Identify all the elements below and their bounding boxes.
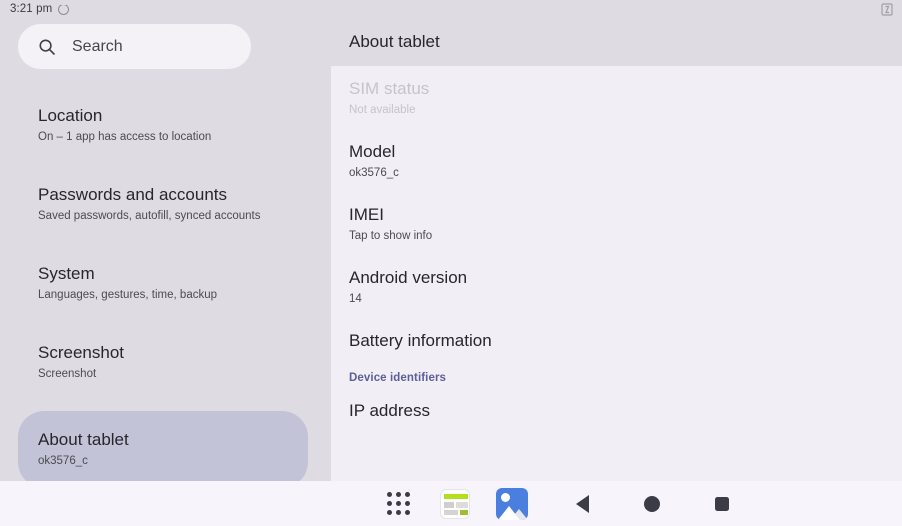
sidebar-item-subtitle: Languages, gestures, time, backup [38,289,218,301]
app-drawer-button[interactable] [380,486,416,522]
sidebar-item-subtitle: Saved passwords, autofill, synced accoun… [38,210,261,222]
nav-back-button[interactable] [564,486,600,522]
detail-panel: About tablet SIM status Not available Mo… [331,0,902,481]
row-title: IP address [349,401,430,420]
app-card-icon [440,488,470,519]
search-input[interactable]: Search [18,24,251,69]
sidebar-item-subtitle: On – 1 app has access to location [38,131,212,143]
circle-indicator-icon [58,2,70,15]
sidebar-item-system[interactable]: System Languages, gestures, time, backup [0,253,330,314]
sidebar-item-passwords-and-accounts[interactable]: Passwords and accounts Saved passwords, … [0,174,330,235]
back-triangle-icon [575,494,589,513]
section-header-device-identifiers[interactable]: Device identifiers [331,364,902,388]
row-title: Android version [349,268,468,287]
sidebar-item-subtitle: Screenshot [38,368,97,380]
recents-square-icon [715,496,729,511]
sidebar-item-title: Passwords and accounts [38,185,227,204]
search-placeholder: Search [72,37,123,55]
row-title: Battery information [349,331,492,350]
apps-grid-icon [386,492,410,515]
status-bar: 3:21 pm [0,0,902,18]
taskbar-buttons [380,481,740,526]
tablet-screen: 3:21 pm Search Location On – 1 app has a… [0,0,902,526]
app-shortcut-settings-button[interactable] [437,486,473,522]
row-subtitle: 14 [349,293,362,305]
sidebar-item-title: Screenshot [38,343,124,362]
row-title: IMEI [349,205,384,224]
row-model[interactable]: Model ok3576_c [331,129,902,192]
search-icon [39,38,55,55]
row-subtitle: ok3576_c [349,167,399,179]
row-imei[interactable]: IMEI Tap to show info [331,192,902,255]
row-title: Model [349,142,396,161]
row-ip-address[interactable]: IP address [331,388,902,434]
status-bar-clock: 3:21 pm [10,3,53,15]
sidebar-item-title: Location [38,106,103,125]
row-title: SIM status [349,79,430,98]
sidebar-item-title: About tablet [38,430,129,449]
sidebar-item-about-tablet[interactable]: About tablet ok3576_c [18,411,308,488]
row-battery-information[interactable]: Battery information [331,318,902,364]
app-shortcut-gallery-button[interactable] [494,486,530,522]
settings-sidebar: Search Location On – 1 app has access to… [0,0,330,488]
cast-screen-icon [881,3,893,16]
sidebar-item-subtitle: ok3576_c [38,455,88,467]
about-tablet-list: SIM status Not available Model ok3576_c … [331,66,902,434]
sidebar-item-location[interactable]: Location On – 1 app has access to locati… [0,95,330,156]
nav-home-button[interactable] [634,486,670,522]
row-subtitle: Tap to show info [349,230,433,242]
row-sim-status: SIM status Not available [331,66,902,129]
system-taskbar [0,481,902,526]
nav-recents-button[interactable] [704,486,740,522]
row-android-version[interactable]: Android version 14 [331,255,902,318]
sidebar-item-screenshot[interactable]: Screenshot Screenshot [0,332,330,393]
sidebar-item-title: System [38,264,95,283]
row-subtitle: Not available [349,104,416,116]
page-title: About tablet [349,32,440,51]
home-circle-icon [644,495,660,512]
gallery-photos-icon [496,487,528,520]
sidebar-nav-list: Location On – 1 app has access to locati… [0,95,330,506]
